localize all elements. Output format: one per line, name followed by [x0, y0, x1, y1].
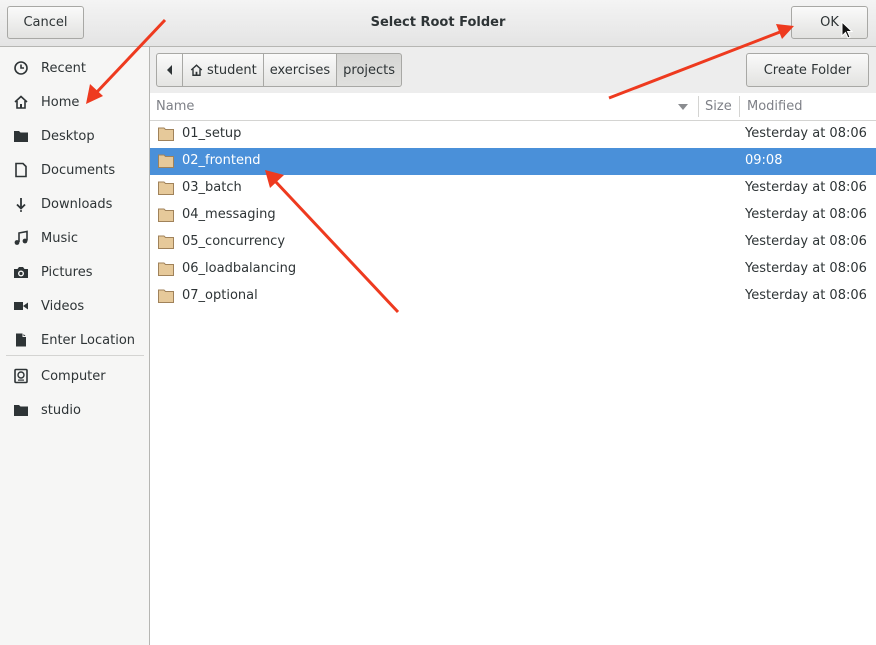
path-segment-projects[interactable]: projects — [336, 53, 403, 87]
clock-icon — [13, 60, 29, 76]
sidebar-item-label: Computer — [41, 368, 106, 384]
create-folder-button[interactable]: Create Folder — [746, 53, 869, 87]
folder-icon — [158, 289, 174, 303]
path-segment-label: student — [207, 62, 257, 78]
sort-down-icon[interactable] — [678, 104, 688, 110]
column-header-name[interactable]: Name — [156, 99, 194, 114]
file-modified: Yesterday at 08:06 — [745, 288, 867, 303]
cancel-button[interactable]: Cancel — [7, 6, 84, 39]
folder-icon — [158, 154, 174, 168]
folder-icon — [158, 181, 174, 195]
sidebar-item-music[interactable]: Music — [0, 223, 149, 253]
file-name: 01_setup — [182, 126, 242, 141]
folder-icon — [158, 208, 174, 222]
dialog-header: Cancel Select Root Folder OK — [0, 0, 876, 47]
sidebar-item-label: Videos — [41, 298, 85, 314]
sidebar-item-desktop[interactable]: Desktop — [0, 121, 149, 151]
folder-icon — [158, 235, 174, 249]
table-row[interactable]: 07_optional Yesterday at 08:06 — [150, 283, 876, 310]
column-divider — [698, 96, 699, 117]
path-back-button[interactable] — [156, 53, 183, 87]
path-segment-exercises[interactable]: exercises — [262, 53, 338, 87]
places-sidebar: Recent Home Desktop Documents Downloads … — [0, 47, 150, 645]
sidebar-item-label: Documents — [41, 162, 116, 178]
document-icon — [13, 162, 29, 178]
table-row[interactable]: 04_messaging Yesterday at 08:06 — [150, 202, 876, 229]
camera-icon — [13, 264, 29, 280]
file-name: 05_concurrency — [182, 234, 286, 249]
table-row[interactable]: 05_concurrency Yesterday at 08:06 — [150, 229, 876, 256]
file-name: 03_batch — [182, 180, 242, 195]
sidebar-item-recent[interactable]: Recent — [0, 53, 149, 83]
column-divider — [739, 96, 740, 117]
column-header-modified[interactable]: Modified — [747, 99, 802, 114]
table-row[interactable]: 06_loadbalancing Yesterday at 08:06 — [150, 256, 876, 283]
video-icon — [13, 298, 29, 314]
sidebar-item-label: Pictures — [41, 264, 93, 280]
dialog-title: Select Root Folder — [370, 15, 506, 30]
sidebar-item-enter-location[interactable]: Enter Location — [0, 325, 149, 355]
file-modified: Yesterday at 08:06 — [745, 207, 867, 222]
file-modified: Yesterday at 08:06 — [745, 180, 867, 195]
sidebar-item-studio[interactable]: studio — [0, 395, 149, 425]
location-file-icon — [13, 332, 29, 348]
file-modified: Yesterday at 08:06 — [745, 126, 867, 141]
file-name: 04_messaging — [182, 207, 276, 222]
download-icon — [13, 196, 29, 212]
file-list-header: Name Size Modified — [150, 93, 876, 121]
home-icon — [190, 64, 203, 76]
path-segment-label: exercises — [269, 62, 331, 78]
computer-icon — [13, 368, 29, 384]
file-modified: 09:08 — [745, 153, 783, 168]
column-header-size[interactable]: Size — [705, 99, 732, 114]
folder-icon — [13, 402, 29, 418]
sidebar-item-label: Home — [41, 94, 80, 110]
sidebar-item-downloads[interactable]: Downloads — [0, 189, 149, 219]
sidebar-item-label: Downloads — [41, 196, 113, 212]
file-modified: Yesterday at 08:06 — [745, 261, 867, 276]
sidebar-item-label: Music — [41, 230, 78, 246]
file-list: Name Size Modified 01_setup Yesterday at… — [150, 93, 876, 645]
path-bar: student exercises projects — [156, 53, 403, 87]
sidebar-item-label: studio — [41, 402, 81, 418]
table-row[interactable]: 03_batch Yesterday at 08:06 — [150, 175, 876, 202]
folder-icon — [158, 262, 174, 276]
sidebar-item-label: Desktop — [41, 128, 95, 144]
file-name: 07_optional — [182, 288, 258, 303]
folder-icon — [158, 127, 174, 141]
sidebar-item-label: Enter Location — [41, 332, 136, 348]
sidebar-item-pictures[interactable]: Pictures — [0, 257, 149, 287]
file-modified: Yesterday at 08:06 — [745, 234, 867, 249]
file-chooser-main: student exercises projects Create Folder… — [150, 47, 876, 645]
path-segment-student[interactable]: student — [182, 53, 264, 87]
sidebar-separator — [6, 355, 144, 356]
table-row-selected[interactable]: 02_frontend 09:08 — [150, 148, 876, 175]
table-row[interactable]: 01_setup Yesterday at 08:06 — [150, 121, 876, 148]
mouse-cursor-icon — [841, 21, 853, 39]
desktop-folder-icon — [13, 128, 29, 144]
ok-button[interactable]: OK — [791, 6, 868, 39]
sidebar-item-documents[interactable]: Documents — [0, 155, 149, 185]
home-icon — [13, 94, 29, 110]
chevron-left-icon — [166, 65, 172, 75]
sidebar-item-label: Recent — [41, 60, 86, 76]
sidebar-item-videos[interactable]: Videos — [0, 291, 149, 321]
sidebar-item-home[interactable]: Home — [0, 87, 149, 117]
music-icon — [13, 230, 29, 246]
file-name: 06_loadbalancing — [182, 261, 297, 276]
file-name: 02_frontend — [182, 153, 261, 168]
path-segment-label: projects — [343, 62, 396, 78]
sidebar-item-computer[interactable]: Computer — [0, 361, 149, 391]
